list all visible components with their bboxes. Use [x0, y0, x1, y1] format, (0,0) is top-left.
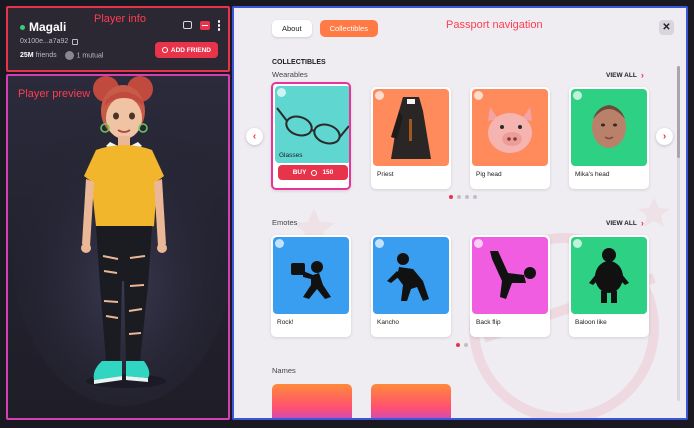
wearables-title: Wearables: [272, 70, 308, 79]
collectibles-heading: COLLECTIBLES: [272, 59, 326, 66]
emote-name: Baloon like: [575, 319, 607, 326]
rarity-badge-icon: [277, 88, 286, 97]
wearable-name: Priest: [377, 171, 394, 178]
wearable-name: Pig head: [476, 171, 502, 178]
wearable-name: Glasses: [279, 152, 303, 159]
player-actions: [182, 20, 220, 31]
pig-head-icon: [488, 107, 532, 153]
emotes-view-all[interactable]: VIEW ALL ›: [606, 218, 644, 228]
emote-card-kancho[interactable]: Kancho: [371, 235, 451, 337]
online-status-icon: [20, 24, 25, 30]
pagination-dot[interactable]: [457, 195, 461, 199]
rarity-badge-icon: [275, 239, 284, 248]
avatar-figure[interactable]: [8, 76, 228, 418]
emote-card-back-flip[interactable]: Back flip: [470, 235, 550, 337]
pagination-dot[interactable]: [464, 343, 468, 347]
emote-thumbnail: [373, 237, 449, 314]
emotes-title: Emotes: [272, 218, 298, 227]
passport-panel: Passport navigation About Collectibles ✕…: [232, 6, 688, 420]
emotes-view-all-label: VIEW ALL: [606, 219, 637, 227]
mutual-label: 1 mutual: [76, 52, 104, 60]
friends-count-wrap: 25M friends: [20, 52, 57, 59]
wearables-view-all[interactable]: VIEW ALL ›: [606, 70, 644, 80]
name-card[interactable]: [371, 384, 451, 418]
rock-emote-icon: [291, 261, 331, 299]
emote-thumbnail: [472, 237, 548, 314]
chevron-right-icon: ›: [640, 218, 644, 228]
wearable-thumbnail: [571, 89, 647, 166]
pagination-dot[interactable]: [456, 343, 460, 347]
more-options-icon[interactable]: [217, 20, 220, 31]
rarity-badge-icon: [474, 91, 483, 100]
passport-navigation-annotation: Passport navigation: [446, 19, 543, 31]
human-head-icon: [592, 105, 626, 148]
wearable-thumbnail: [373, 89, 449, 166]
mutual-avatar-icon: [64, 51, 74, 60]
mana-icon: [311, 169, 318, 176]
emote-card-rock[interactable]: Rock!: [271, 235, 351, 337]
emotes-pagination: [456, 343, 468, 347]
baloon-emote-icon: [589, 248, 629, 303]
names-title: Names: [272, 366, 296, 375]
passport-screen: Player info Magali 0x100e...a7a92 25M fr…: [0, 0, 694, 428]
tab-about[interactable]: About: [272, 20, 312, 37]
player-name: Magali: [29, 20, 67, 34]
friends-count: 25M: [20, 52, 34, 59]
wearable-card-pig-head[interactable]: Pig head: [470, 87, 550, 189]
rarity-badge-icon: [573, 239, 582, 248]
player-preview-annotation: Player preview: [18, 88, 91, 100]
emote-thumbnail: [571, 237, 647, 314]
wallet-address-row: 0x100e...a7a92: [20, 38, 79, 45]
buy-price: 150: [322, 169, 334, 176]
pagination-dot[interactable]: [465, 195, 469, 199]
wearable-name: Mika's head: [575, 171, 610, 178]
pagination-dot[interactable]: [449, 195, 453, 199]
wearable-card-mikas-head[interactable]: Mika's head: [569, 87, 649, 189]
copy-icon[interactable]: [72, 38, 79, 45]
friends-label: friends: [35, 52, 57, 59]
pagination-dot[interactable]: [473, 195, 477, 199]
kancho-emote-icon: [387, 253, 429, 301]
rarity-badge-icon: [375, 239, 384, 248]
emote-name: Back flip: [476, 319, 501, 326]
emote-thumbnail: [273, 237, 349, 314]
scrollbar[interactable]: [677, 66, 680, 401]
rarity-badge-icon: [474, 239, 483, 248]
passport-tabs: About Collectibles: [272, 20, 378, 37]
emote-name: Kancho: [377, 319, 400, 326]
add-friend-label: ADD FRIEND: [170, 46, 211, 54]
player-preview-panel[interactable]: Player preview: [6, 74, 230, 420]
priest-robe-icon: [391, 97, 431, 159]
add-friend-button[interactable]: ADD FRIEND: [154, 42, 218, 58]
wearables-view-all-label: VIEW ALL: [606, 71, 637, 79]
player-info-annotation: Player info: [94, 13, 146, 25]
player-name-row: Magali: [20, 20, 66, 34]
back-flip-emote-icon: [490, 251, 536, 299]
rarity-badge-icon: [573, 91, 582, 100]
emote-card-baloon-like[interactable]: Baloon like: [569, 235, 649, 337]
wearable-thumbnail: [472, 89, 548, 166]
name-card[interactable]: [272, 384, 352, 418]
wallet-address: 0x100e...a7a92: [20, 38, 69, 45]
chat-icon[interactable]: [182, 21, 192, 30]
scrollbar-thumb[interactable]: [677, 66, 680, 158]
wearable-card-glasses[interactable]: Glasses BUY 150: [271, 82, 351, 190]
wearables-prev-arrow[interactable]: ‹: [246, 128, 263, 145]
player-info-panel: Player info Magali 0x100e...a7a92 25M fr…: [6, 6, 230, 72]
close-button[interactable]: ✕: [659, 20, 674, 35]
mutual-friends[interactable]: 1 mutual: [64, 51, 104, 60]
buy-label: BUY: [292, 169, 307, 176]
block-user-icon[interactable]: [199, 20, 210, 30]
wearables-pagination: [449, 195, 477, 199]
wearable-card-priest[interactable]: Priest: [371, 87, 451, 189]
rarity-badge-icon: [375, 91, 384, 100]
emote-name: Rock!: [277, 319, 294, 326]
tab-collectibles[interactable]: Collectibles: [319, 20, 378, 37]
friends-stats: 25M friends 1 mutual: [20, 51, 103, 60]
wearables-next-arrow[interactable]: ›: [656, 128, 673, 145]
buy-button[interactable]: BUY 150: [278, 165, 348, 180]
chevron-right-icon: ›: [640, 70, 644, 80]
add-person-icon: [161, 47, 168, 53]
